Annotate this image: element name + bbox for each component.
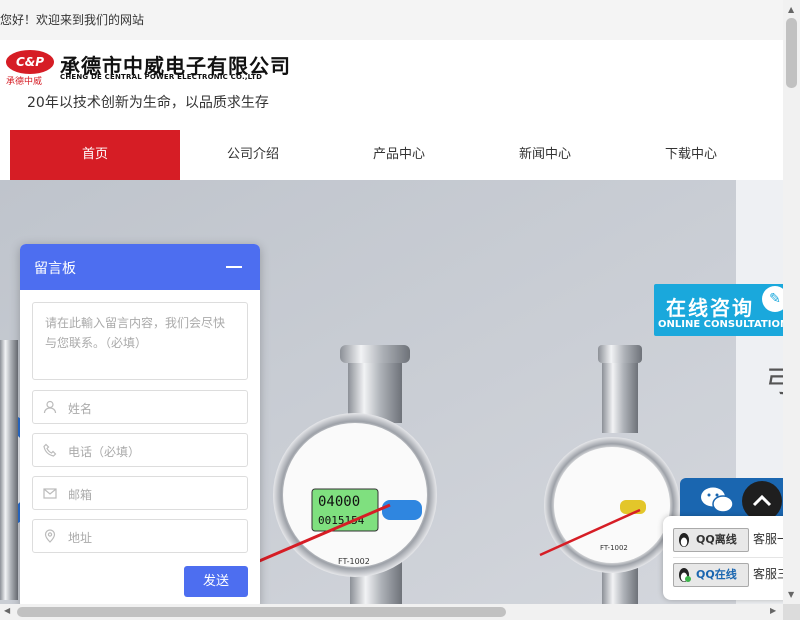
- banner-side-text: 弓: [765, 365, 783, 400]
- phone-placeholder: 电话（必填）: [68, 445, 141, 459]
- name-field[interactable]: 姓名: [32, 390, 248, 424]
- meter-model-left: FT-1002: [338, 557, 370, 566]
- welcome-text: 您好！欢迎来到我们的网站: [0, 13, 145, 27]
- vertical-scrollbar[interactable]: ▲ ▼: [783, 0, 800, 604]
- message-board-header: 留言板: [20, 244, 260, 290]
- qq-service-item[interactable]: QQ在线 客服三: [673, 563, 793, 587]
- nav-item-downloads[interactable]: 下载中心: [616, 130, 766, 180]
- back-to-top-button[interactable]: [742, 481, 782, 521]
- name-placeholder: 姓名: [68, 402, 93, 416]
- scroll-down-arrow-icon[interactable]: ▼: [788, 590, 794, 599]
- message-board: 留言板 请在此輸入留言内容，我们会尽快与您联系。（必填） 姓名 电话（必填） 邮…: [20, 244, 260, 609]
- qq-status-label: QQ在线: [696, 568, 737, 581]
- nav-item-news[interactable]: 新闻中心: [470, 130, 620, 180]
- email-field[interactable]: 邮箱: [32, 476, 248, 510]
- site-header: C&P 承德中威 承德市中威电子有限公司 CHENG DE CENTRAL PO…: [0, 40, 783, 131]
- chevron-up-icon: [752, 494, 772, 507]
- scroll-up-arrow-icon[interactable]: ▲: [788, 5, 794, 14]
- horizontal-scrollbar[interactable]: ◀ ▶: [0, 604, 783, 620]
- scrollbar-corner: [783, 604, 800, 620]
- scroll-thumb[interactable]: [786, 18, 797, 88]
- qq-service-panel: QQ离线 客服一 QQ在线 客服三: [663, 516, 800, 600]
- consult-label-en: ONLINE CONSULTATION: [658, 319, 789, 330]
- message-content-input[interactable]: 请在此輸入留言内容，我们会尽快与您联系。（必填）: [32, 302, 248, 380]
- message-board-title: 留言板: [34, 261, 76, 277]
- nav-item-products[interactable]: 产品中心: [324, 130, 474, 180]
- minimize-icon[interactable]: [226, 266, 242, 268]
- top-bar: 您好！欢迎来到我们的网站: [0, 0, 783, 40]
- qq-service-item[interactable]: QQ离线 客服一: [673, 528, 793, 552]
- divider: [673, 557, 793, 558]
- main-nav: 首页 公司介绍 产品中心 新闻中心 下载中心: [0, 130, 783, 180]
- company-logo[interactable]: C&P 承德中威: [6, 50, 54, 87]
- qq-status-label: QQ离线: [696, 533, 737, 546]
- phone-field[interactable]: 电话（必填）: [32, 433, 248, 467]
- address-field[interactable]: 地址: [32, 519, 248, 553]
- scroll-left-arrow-icon[interactable]: ◀: [4, 606, 10, 615]
- slogan: 20年以技术创新为生命，以品质求生存: [27, 95, 269, 111]
- meter-model-right: FT-1002: [600, 544, 628, 552]
- meter-display-top: 04000: [318, 494, 360, 510]
- scroll-thumb[interactable]: [17, 607, 506, 617]
- phone-icon: [43, 443, 57, 457]
- online-consultation-button[interactable]: 在线咨询 ONLINE CONSULTATION ✎: [654, 284, 798, 336]
- address-placeholder: 地址: [68, 531, 93, 545]
- scroll-right-arrow-icon[interactable]: ▶: [770, 606, 776, 615]
- company-name-en: CHENG DE CENTRAL POWER ELECTRONIC CO.,LT…: [60, 73, 263, 81]
- qq-penguin-icon: [679, 533, 689, 547]
- qq-offline-button[interactable]: QQ离线: [673, 528, 749, 552]
- user-icon: [43, 400, 57, 414]
- mail-icon: [43, 488, 57, 499]
- qq-penguin-icon: [679, 568, 691, 582]
- email-placeholder: 邮箱: [68, 488, 93, 502]
- nav-item-home[interactable]: 首页: [10, 130, 180, 180]
- logo-mark: C&P: [6, 50, 54, 74]
- logo-subtext: 承德中威: [6, 77, 43, 87]
- nav-item-about[interactable]: 公司介绍: [178, 130, 328, 180]
- wechat-icon: [701, 487, 734, 513]
- consult-label: 在线咨询: [666, 296, 754, 320]
- send-button[interactable]: 发送: [184, 566, 248, 597]
- qq-online-button[interactable]: QQ在线: [673, 563, 749, 587]
- location-icon: [44, 529, 56, 543]
